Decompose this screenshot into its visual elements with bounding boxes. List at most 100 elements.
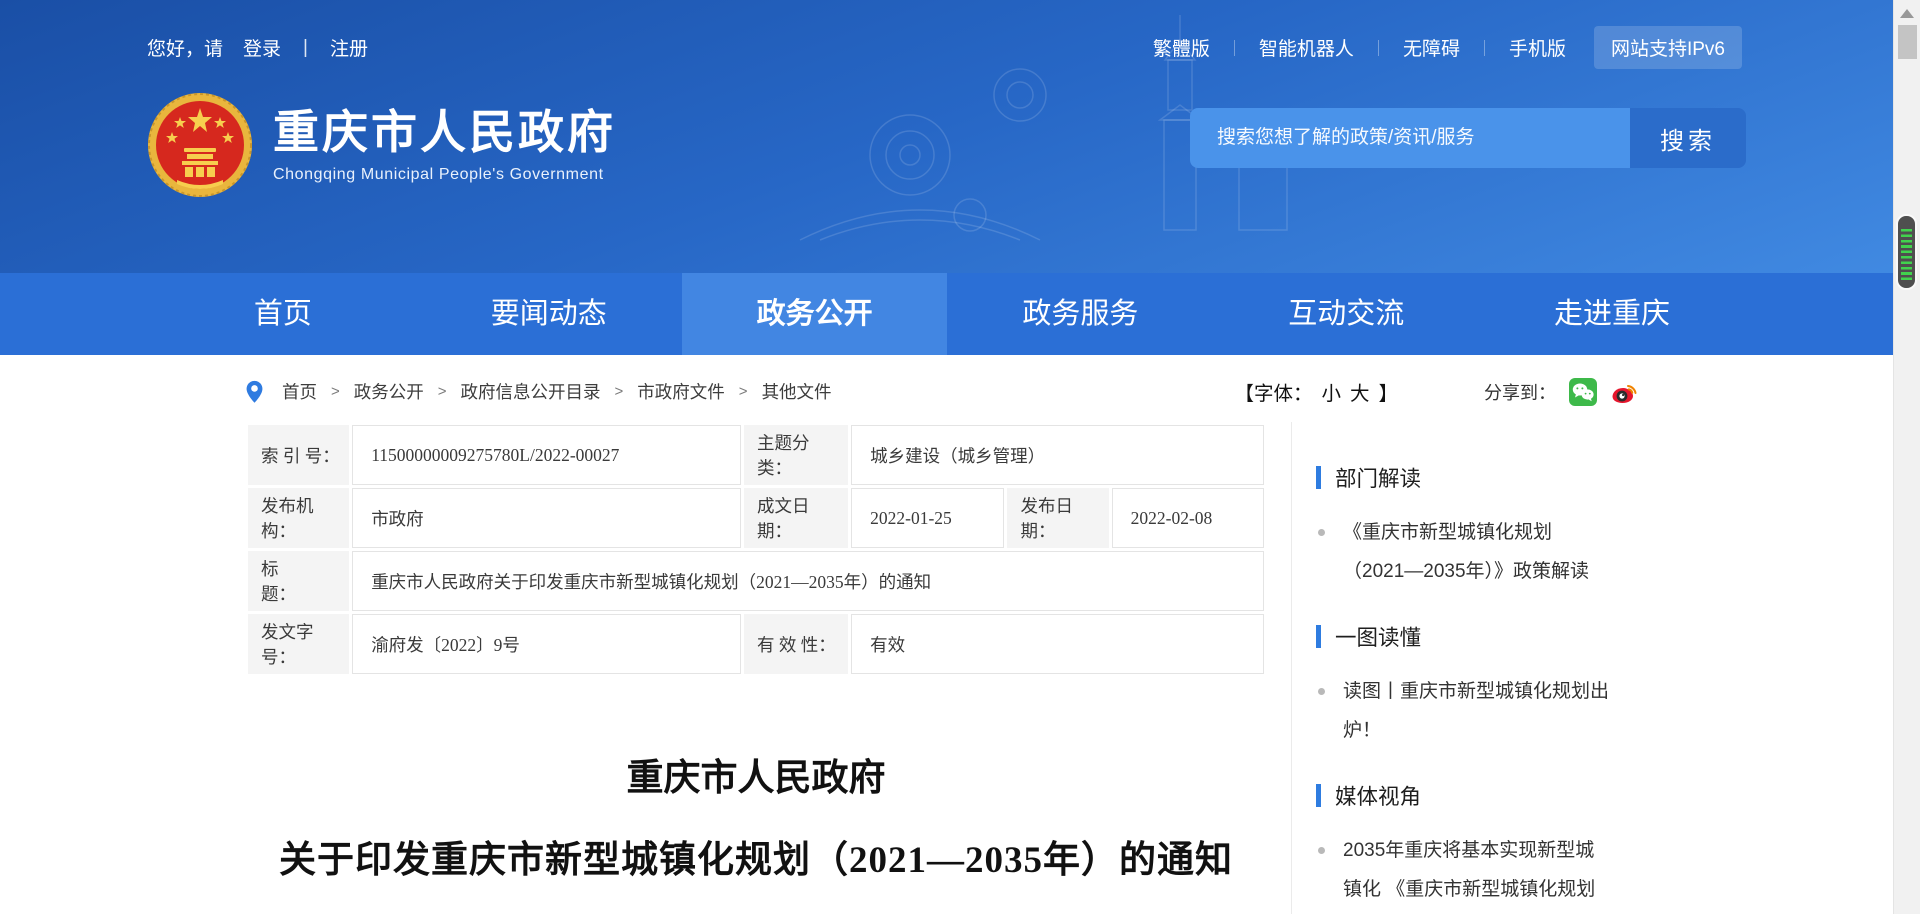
site-title-block: 重庆市人民政府 Chongqing Municipal People's Gov… bbox=[273, 106, 616, 185]
meta-row: 索 引 号： 11500000009275780L/2022-00027 主题分… bbox=[248, 425, 1264, 485]
issuing-agency-label: 发布机构： bbox=[248, 488, 349, 548]
document-column: 索 引 号： 11500000009275780L/2022-00027 主题分… bbox=[245, 422, 1267, 914]
crumb-separator: > bbox=[438, 383, 447, 400]
smart-robot-link[interactable]: 智能机器人 bbox=[1259, 34, 1354, 61]
topbar-separator bbox=[1378, 40, 1379, 56]
validity-value: 有效 bbox=[851, 614, 1264, 674]
sidebar-section-dept-interpretation: 部门解读 《重庆市新型城镇化规划 （2021—2035年）》政策解读 bbox=[1316, 462, 1690, 591]
doc-title-value: 重庆市人民政府关于印发重庆市新型城镇化规划（2021—2035年）的通知 bbox=[352, 551, 1264, 611]
crumb-info-catalog[interactable]: 政府信息公开目录 bbox=[461, 379, 601, 404]
sidebar-section-title-text: 一图读懂 bbox=[1335, 621, 1421, 652]
crumb-separator: > bbox=[739, 383, 748, 400]
breadcrumb: 首页 > 政务公开 > 政府信息公开目录 > 市政府文件 > 其他文件 bbox=[245, 379, 832, 404]
site-title: 重庆市人民政府 bbox=[273, 106, 616, 159]
sidebar-section-title-text: 部门解读 bbox=[1335, 462, 1421, 493]
topic-category-value: 城乡建设（城乡管理） bbox=[851, 425, 1264, 485]
ipv6-support-badge[interactable]: 网站支持IPv6 bbox=[1594, 26, 1742, 69]
date-written-label: 成文日期： bbox=[744, 488, 848, 548]
scroll-progress-widget[interactable] bbox=[1896, 214, 1917, 290]
accent-bar-icon bbox=[1316, 466, 1321, 489]
page: 您好，请 登录 | 注册 繁體版 智能机器人 无障碍 手机版 网站支持IPv6 bbox=[0, 0, 1920, 914]
topic-category-label: 主题分类： bbox=[744, 425, 848, 485]
sidebar-item-media-article[interactable]: 2035年重庆将基本实现新型城 镇化 《重庆市新型城镇化规划 （2021—203… bbox=[1316, 831, 1690, 914]
page-tools: 【字体： 小 大 】 分享到： bbox=[1234, 377, 1638, 406]
meta-row: 标 题： 重庆市人民政府关于印发重庆市新型城镇化规划（2021—2035年）的通… bbox=[248, 551, 1264, 611]
site-search: 搜索 bbox=[1190, 108, 1746, 168]
document-title-line2: 关于印发重庆市新型城镇化规划（2021—2035年）的通知 bbox=[245, 829, 1267, 883]
crumb-municipal-docs[interactable]: 市政府文件 bbox=[637, 379, 725, 404]
weibo-share-icon[interactable] bbox=[1610, 378, 1638, 406]
font-size-controls: 【字体： 小 大 】 bbox=[1234, 377, 1398, 406]
nav-item-news[interactable]: 要闻动态 bbox=[416, 273, 682, 355]
crumb-separator: > bbox=[615, 383, 624, 400]
font-larger-button[interactable]: 大 bbox=[1350, 377, 1370, 406]
sidebar-item-line: （2021—2035年）》政策解读 bbox=[1343, 552, 1690, 591]
site-brand-link[interactable]: 重庆市人民政府 Chongqing Municipal People's Gov… bbox=[147, 92, 616, 198]
sidebar-item-policy-interpretation[interactable]: 《重庆市新型城镇化规划 （2021—2035年）》政策解读 bbox=[1316, 513, 1690, 591]
issuing-agency-value: 市政府 bbox=[352, 488, 741, 548]
document-title-line1: 重庆市人民政府 bbox=[245, 747, 1267, 801]
font-controls-suffix: 】 bbox=[1378, 377, 1398, 406]
topbar: 您好，请 登录 | 注册 繁體版 智能机器人 无障碍 手机版 网站支持IPv6 bbox=[0, 0, 1920, 69]
crumb-other-docs[interactable]: 其他文件 bbox=[762, 379, 832, 404]
login-link[interactable]: 登录 bbox=[243, 34, 281, 61]
font-smaller-button[interactable]: 小 bbox=[1321, 377, 1341, 406]
crumb-home[interactable]: 首页 bbox=[282, 379, 317, 404]
crumb-gov-disclosure[interactable]: 政务公开 bbox=[354, 379, 424, 404]
scrollbar-up-arrow-icon[interactable] bbox=[1900, 9, 1914, 18]
nav-item-about-chongqing[interactable]: 走进重庆 bbox=[1479, 273, 1745, 355]
scrollbar-track[interactable] bbox=[1893, 0, 1920, 914]
topbar-login-area: 您好，请 登录 | 注册 bbox=[147, 34, 368, 61]
sidebar-section-title-text: 媒体视角 bbox=[1335, 780, 1421, 811]
date-written-value: 2022-01-25 bbox=[851, 488, 1004, 548]
topbar-separator bbox=[1234, 40, 1235, 56]
sidebar-section-title: 一图读懂 bbox=[1316, 621, 1690, 652]
breadcrumb-row: 首页 > 政务公开 > 政府信息公开目录 > 市政府文件 > 其他文件 【字体：… bbox=[0, 355, 1920, 406]
main-nav: 首页 要闻动态 政务公开 政务服务 互动交流 走进重庆 bbox=[0, 273, 1920, 355]
topbar-separator bbox=[1484, 40, 1485, 56]
scrollbar-thumb[interactable] bbox=[1898, 25, 1917, 59]
index-number-value: 11500000009275780L/2022-00027 bbox=[352, 425, 741, 485]
doc-number-label: 发文字号： bbox=[248, 614, 349, 674]
font-controls-prefix: 【字体： bbox=[1234, 377, 1312, 406]
sidebar-item-infographic[interactable]: 读图丨重庆市新型城镇化规划出 炉！ bbox=[1316, 672, 1690, 750]
sidebar-item-line: （2021—2035年）》发布 bbox=[1343, 909, 1690, 914]
sidebar-section-title: 媒体视角 bbox=[1316, 780, 1690, 811]
topbar-greeting: 您好，请 bbox=[147, 34, 223, 61]
content-area: 索 引 号： 11500000009275780L/2022-00027 主题分… bbox=[0, 406, 1920, 914]
sidebar-section-infographic: 一图读懂 读图丨重庆市新型城镇化规划出 炉！ bbox=[1316, 621, 1690, 750]
sidebar-item-line: 《重庆市新型城镇化规划 bbox=[1343, 513, 1690, 552]
topbar-links: 繁體版 智能机器人 无障碍 手机版 网站支持IPv6 bbox=[1153, 26, 1742, 69]
sidebar-item-line: 读图丨重庆市新型城镇化规划出 bbox=[1343, 672, 1690, 711]
register-link[interactable]: 注册 bbox=[330, 34, 368, 61]
date-published-value: 2022-02-08 bbox=[1112, 488, 1264, 548]
index-number-label: 索 引 号： bbox=[248, 425, 349, 485]
sidebar-item-line: 2035年重庆将基本实现新型城 bbox=[1343, 831, 1690, 870]
crumb-separator: > bbox=[331, 383, 340, 400]
site-subtitle-english: Chongqing Municipal People's Government bbox=[273, 166, 616, 184]
sidebar-section-title: 部门解读 bbox=[1316, 462, 1690, 493]
meta-row: 发文字号： 渝府发〔2022〕9号 有 效 性： 有效 bbox=[248, 614, 1264, 674]
related-sidebar: 部门解读 《重庆市新型城镇化规划 （2021—2035年）》政策解读 一图读懂 … bbox=[1292, 422, 1690, 914]
search-input[interactable] bbox=[1190, 108, 1630, 168]
site-header: 您好，请 登录 | 注册 繁體版 智能机器人 无障碍 手机版 网站支持IPv6 bbox=[0, 0, 1920, 273]
nav-item-gov-disclosure[interactable]: 政务公开 bbox=[682, 273, 948, 355]
nav-item-gov-services[interactable]: 政务服务 bbox=[947, 273, 1213, 355]
wechat-share-icon[interactable] bbox=[1569, 378, 1597, 406]
accessibility-link[interactable]: 无障碍 bbox=[1403, 34, 1460, 61]
scroll-widget-stripes-icon bbox=[1901, 229, 1912, 282]
accent-bar-icon bbox=[1316, 784, 1321, 807]
login-register-divider: | bbox=[303, 37, 308, 59]
sidebar-item-line: 炉！ bbox=[1343, 711, 1690, 750]
search-button[interactable]: 搜索 bbox=[1630, 108, 1746, 168]
nav-item-home[interactable]: 首页 bbox=[150, 273, 416, 355]
national-emblem-icon bbox=[147, 92, 253, 198]
sidebar-section-media-view: 媒体视角 2035年重庆将基本实现新型城 镇化 《重庆市新型城镇化规划 （202… bbox=[1316, 780, 1690, 914]
document-meta-table: 索 引 号： 11500000009275780L/2022-00027 主题分… bbox=[245, 422, 1267, 677]
nav-item-interaction[interactable]: 互动交流 bbox=[1213, 273, 1479, 355]
share-label: 分享到： bbox=[1484, 379, 1556, 405]
meta-row: 发布机构： 市政府 成文日期： 2022-01-25 发布日期： 2022-02… bbox=[248, 488, 1264, 548]
traditional-chinese-link[interactable]: 繁體版 bbox=[1153, 34, 1210, 61]
mobile-version-link[interactable]: 手机版 bbox=[1509, 34, 1566, 61]
date-published-label: 发布日期： bbox=[1007, 488, 1108, 548]
